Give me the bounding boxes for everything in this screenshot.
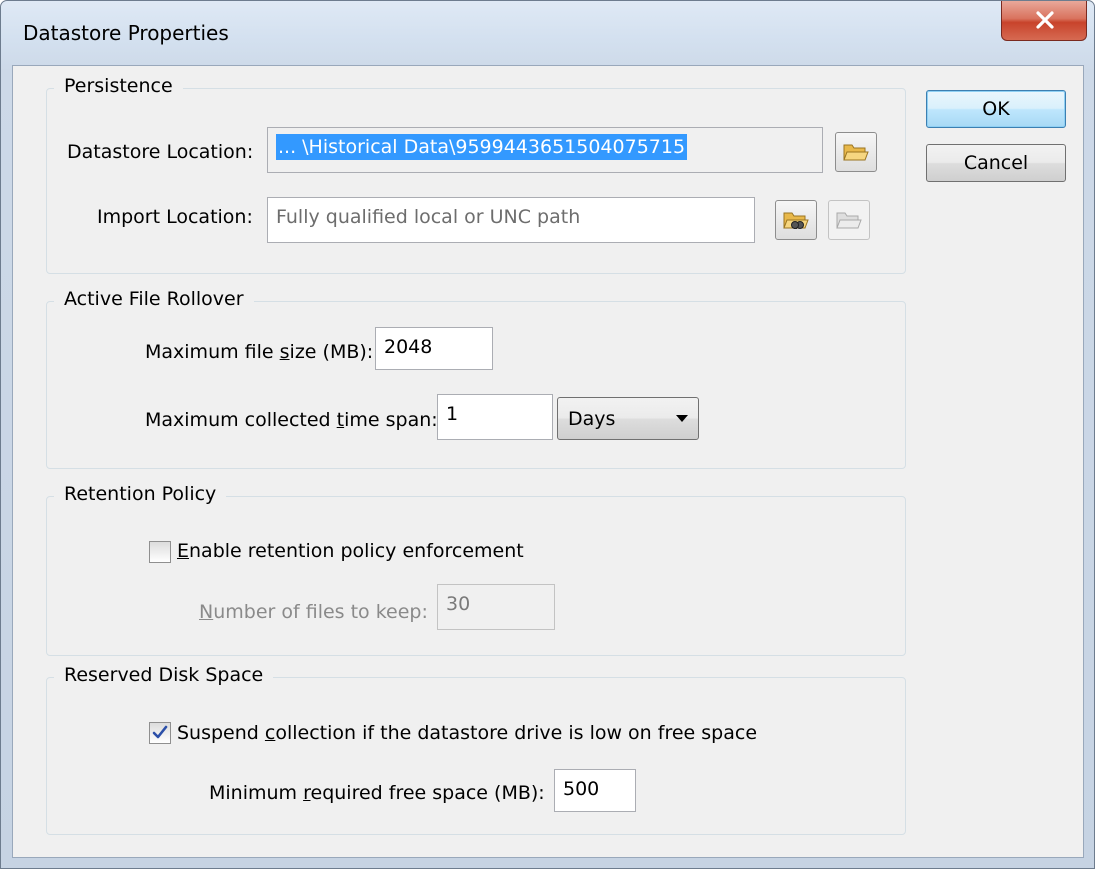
import-location-label: Import Location: (97, 206, 253, 228)
files-to-keep-input[interactable]: 30 (437, 584, 555, 630)
max-time-span-label: Maximum collected time span: (145, 409, 438, 431)
browse-import-button[interactable] (828, 200, 870, 240)
ok-button[interactable]: OK (926, 90, 1066, 128)
dialog-client-area: Persistence Datastore Location: ... \His… (12, 65, 1084, 858)
persistence-group-title: Persistence (54, 75, 183, 97)
retention-group-title: Retention Policy (54, 483, 227, 505)
title-bar[interactable]: Datastore Properties (1, 1, 1094, 65)
persistence-group: Persistence (46, 75, 906, 274)
disk-space-group-title: Reserved Disk Space (54, 664, 274, 686)
import-location-placeholder: Fully qualified local or UNC path (276, 206, 581, 228)
max-file-size-input[interactable]: 2048 (375, 327, 493, 370)
folder-disabled-icon (836, 212, 862, 229)
enable-retention-checkbox[interactable] (149, 541, 171, 563)
close-icon (1036, 11, 1054, 29)
datastore-location-field[interactable]: ... \Historical Data\9599443651504075715 (267, 127, 823, 173)
suspend-collection-checkbox[interactable] (149, 722, 171, 744)
files-to-keep-label: Number of files to keep: (199, 601, 428, 623)
folder-search-icon (783, 212, 809, 229)
max-time-span-input[interactable]: 1 (437, 394, 553, 440)
rollover-group-title: Active File Rollover (54, 288, 254, 310)
min-free-space-input[interactable]: 500 (554, 769, 636, 812)
chevron-down-icon (676, 415, 688, 422)
import-location-input[interactable]: Fully qualified local or UNC path (267, 197, 755, 243)
search-import-button[interactable] (775, 200, 817, 240)
time-span-unit-dropdown[interactable]: Days (557, 397, 699, 440)
datastore-location-value: ... \Historical Data\9599443651504075715 (276, 134, 688, 160)
enable-retention-label[interactable]: Enable retention policy enforcement (177, 540, 524, 562)
time-span-unit-value: Days (568, 408, 616, 430)
dialog-window: Datastore Properties Persistence Datasto… (0, 0, 1095, 869)
min-free-space-label: Minimum required free space (MB): (209, 782, 545, 804)
max-file-size-label: Maximum file size (MB): (145, 341, 374, 363)
close-button[interactable] (1001, 1, 1087, 41)
datastore-location-label: Datastore Location: (67, 141, 254, 163)
suspend-collection-label[interactable]: Suspend collection if the datastore driv… (177, 722, 757, 744)
window-title: Datastore Properties (23, 21, 229, 45)
disk-space-group: Reserved Disk Space (46, 664, 906, 835)
browse-datastore-button[interactable] (835, 132, 877, 172)
retention-group: Retention Policy (46, 483, 906, 656)
cancel-button[interactable]: Cancel (926, 144, 1066, 182)
folder-open-icon (843, 144, 869, 161)
checkmark-icon (152, 725, 168, 739)
